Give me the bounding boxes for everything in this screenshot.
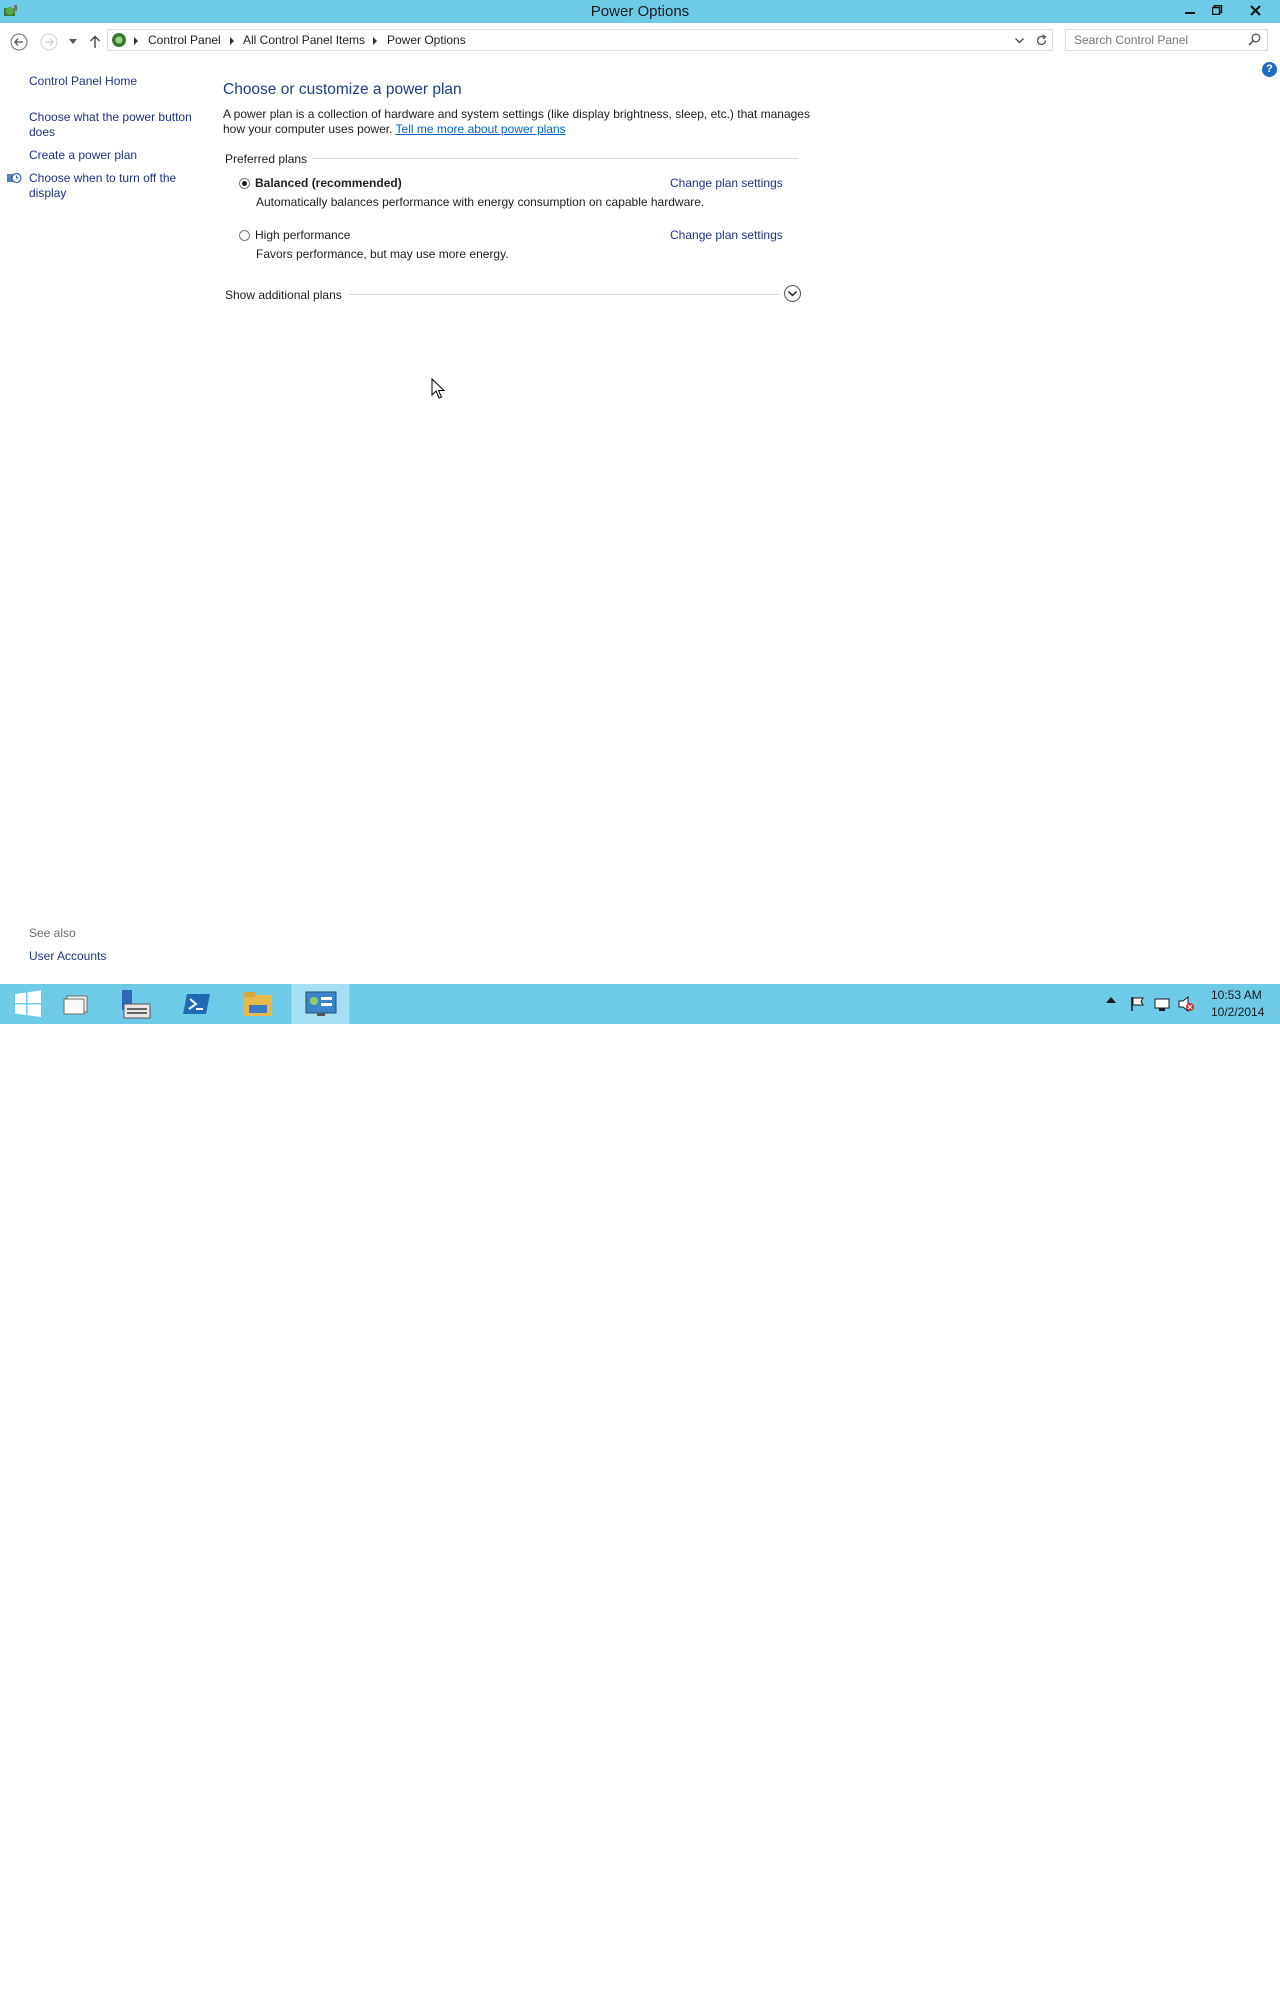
close-icon bbox=[1249, 4, 1261, 16]
navigation-bar: Control Panel All Control Panel Items Po… bbox=[0, 27, 1280, 55]
title-bar[interactable]: Power Options bbox=[0, 0, 1280, 23]
sidebar-control-panel-home[interactable]: Control Panel Home bbox=[29, 74, 137, 89]
address-dropdown-icon[interactable] bbox=[1015, 38, 1024, 44]
taskbar: The Collection Book 10:53 AM 10/2/2014 bbox=[0, 984, 1280, 1991]
file-explorer-icon bbox=[244, 992, 272, 1016]
minimize-icon bbox=[1185, 12, 1195, 14]
high-performance-plan-description: Favors performance, but may use more ene… bbox=[256, 247, 509, 261]
balanced-change-settings-link[interactable]: Change plan settings bbox=[670, 176, 783, 190]
server-manager-icon bbox=[122, 990, 151, 1019]
restore-button[interactable] bbox=[1204, 0, 1231, 20]
action-center-flag-icon[interactable] bbox=[1130, 996, 1146, 1012]
taskbar-control-panel[interactable] bbox=[291, 984, 350, 1024]
breadcrumb-all-items[interactable]: All Control Panel Items bbox=[243, 33, 365, 47]
preferred-plans-divider bbox=[312, 158, 798, 159]
clock-date[interactable]: 10/2/2014 bbox=[1211, 1005, 1264, 1019]
control-panel-icon bbox=[112, 33, 126, 47]
taskbar-server-manager[interactable] bbox=[107, 984, 163, 1024]
breadcrumb-separator bbox=[134, 37, 138, 45]
start-icon bbox=[15, 990, 41, 1017]
up-button[interactable] bbox=[85, 32, 105, 52]
restore-icon bbox=[1212, 5, 1223, 15]
intro-text: A power plan is a collection of hardware… bbox=[223, 107, 813, 137]
up-arrow-icon bbox=[90, 35, 100, 48]
back-arrow-icon bbox=[10, 33, 28, 51]
breadcrumb-control-panel[interactable]: Control Panel bbox=[148, 33, 221, 47]
volume-muted-icon[interactable] bbox=[1178, 996, 1194, 1012]
sidebar-power-button-link[interactable]: Choose what the power button does bbox=[29, 110, 192, 140]
help-icon[interactable]: ? bbox=[1262, 62, 1277, 77]
sidebar-display-off-link[interactable]: Choose when to turn off the display bbox=[29, 171, 176, 201]
window-title: Power Options bbox=[590, 3, 690, 20]
preferred-plans-label: Preferred plans bbox=[225, 152, 308, 166]
sidebar-create-plan-link[interactable]: Create a power plan bbox=[29, 148, 137, 163]
high-performance-plan-name[interactable]: High performance bbox=[255, 228, 350, 242]
high-performance-change-settings-link[interactable]: Change plan settings bbox=[670, 228, 783, 242]
additional-plans-divider bbox=[349, 294, 779, 295]
forward-arrow-icon bbox=[40, 33, 58, 51]
sidebar-link-line: Create a power plan bbox=[29, 148, 138, 162]
minimize-button[interactable] bbox=[1177, 0, 1204, 20]
watermark-text: The Collection Book bbox=[1092, 1972, 1245, 1991]
balanced-plan-description: Automatically balances performance with … bbox=[256, 195, 705, 209]
intro-line: how your computer uses power. bbox=[223, 122, 393, 136]
control-panel-icon bbox=[305, 991, 336, 1016]
close-button[interactable] bbox=[1232, 0, 1278, 20]
refresh-icon[interactable] bbox=[1035, 34, 1048, 47]
forward-button[interactable] bbox=[39, 32, 59, 52]
breadcrumb-separator bbox=[373, 37, 377, 45]
balanced-plan-name[interactable]: Balanced (recommended) bbox=[255, 176, 402, 190]
breadcrumb-separator bbox=[230, 37, 234, 45]
mouse-cursor-icon bbox=[431, 378, 445, 399]
sidebar-link-line: Choose what the power button bbox=[29, 110, 192, 124]
taskbar-file-explorer[interactable] bbox=[230, 984, 286, 1024]
sidebar-link-line: display bbox=[29, 186, 67, 200]
search-box[interactable] bbox=[1065, 29, 1268, 51]
taskbar-powershell[interactable] bbox=[169, 984, 225, 1024]
clock-time[interactable]: 10:53 AM bbox=[1211, 988, 1262, 1002]
chevron-down-icon bbox=[788, 290, 797, 297]
sidebar-user-accounts-link[interactable]: User Accounts bbox=[29, 949, 106, 964]
breadcrumb-power-options[interactable]: Power Options bbox=[387, 33, 466, 47]
balanced-plan-radio[interactable] bbox=[239, 178, 250, 189]
high-performance-plan-radio[interactable] bbox=[239, 230, 250, 241]
sidebar-link-line: Choose when to turn off the bbox=[29, 171, 177, 185]
chevron-down-icon bbox=[69, 39, 77, 44]
address-bar[interactable]: Control Panel All Control Panel Items Po… bbox=[107, 29, 1053, 51]
recent-locations-button[interactable] bbox=[63, 32, 83, 52]
show-additional-plans-button[interactable] bbox=[784, 285, 801, 302]
show-additional-plans-label[interactable]: Show additional plans bbox=[225, 288, 342, 302]
show-hidden-icons-icon[interactable] bbox=[1106, 996, 1116, 1004]
powershell-icon bbox=[183, 994, 210, 1014]
task-view-icon bbox=[63, 995, 88, 1015]
page-title: Choose or customize a power plan bbox=[223, 81, 462, 98]
sidebar-link-line: does bbox=[29, 125, 56, 139]
tell-me-more-link[interactable]: Tell me more about power plans bbox=[396, 122, 566, 136]
search-icon[interactable] bbox=[1248, 33, 1261, 46]
taskbar-task-view[interactable] bbox=[48, 984, 104, 1024]
intro-line: A power plan is a collection of hardware… bbox=[223, 107, 810, 121]
back-button[interactable] bbox=[9, 32, 29, 52]
network-icon[interactable] bbox=[1154, 996, 1170, 1012]
monitor-clock-icon bbox=[7, 172, 22, 184]
search-input[interactable] bbox=[1066, 30, 1249, 50]
see-also-heading: See also bbox=[29, 926, 76, 940]
